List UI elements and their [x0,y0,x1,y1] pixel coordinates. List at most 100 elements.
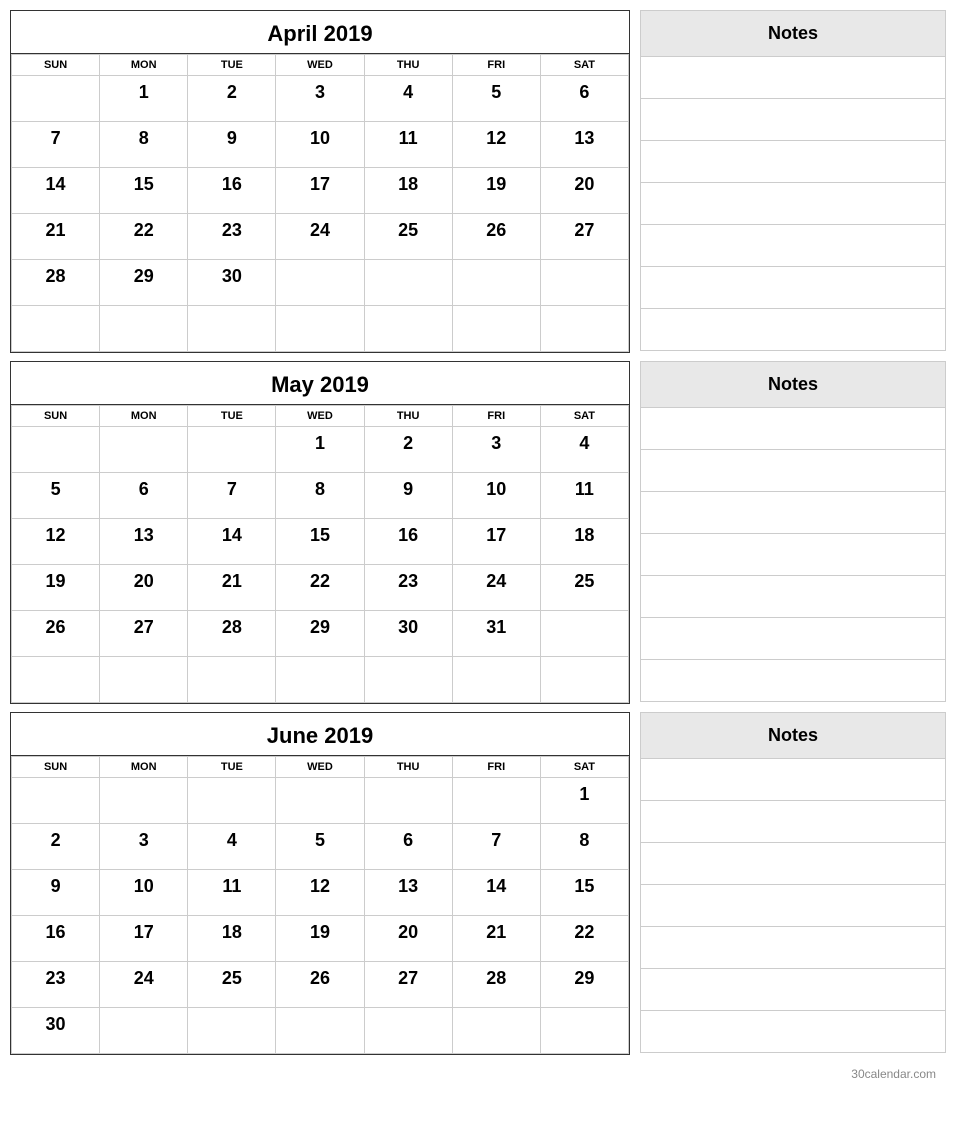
calendar-day [540,306,628,352]
day-header: WED [276,406,364,427]
calendar-day [364,1008,452,1054]
calendar-day [188,306,276,352]
calendar-day: 4 [540,427,628,473]
calendar-day: 15 [100,168,188,214]
notes-line[interactable] [640,843,946,885]
day-header: SUN [12,406,100,427]
calendar-day [100,306,188,352]
calendar-day: 14 [12,168,100,214]
notes-line[interactable] [640,408,946,450]
notes-line[interactable] [640,969,946,1011]
calendar-day: 8 [100,122,188,168]
calendar-day [12,306,100,352]
day-header: TUE [188,406,276,427]
calendar-day [12,76,100,122]
calendar-day: 20 [364,916,452,962]
notes-line[interactable] [640,801,946,843]
notes-title-1: Notes [640,361,946,408]
calendar-day: 11 [540,473,628,519]
calendar-day: 4 [364,76,452,122]
calendar-day: 11 [364,122,452,168]
notes-line[interactable] [640,927,946,969]
notes-lines-1 [640,408,946,704]
calendar-day [188,778,276,824]
calendar-day: 7 [188,473,276,519]
notes-line[interactable] [640,1011,946,1053]
notes-line[interactable] [640,885,946,927]
notes-section-1: Notes [640,361,946,704]
calendar-day [276,306,364,352]
page: April 2019SUNMONTUEWEDTHUFRISAT123456789… [10,10,946,1063]
calendar-day: 9 [188,122,276,168]
calendar-day: 20 [100,565,188,611]
calendar-table-1: SUNMONTUEWEDTHUFRISAT1234567891011121314… [11,405,629,703]
footer: 30calendar.com [10,1063,946,1081]
day-header: SAT [540,55,628,76]
calendar-day: 7 [12,122,100,168]
calendar-day: 12 [12,519,100,565]
calendar-day [452,778,540,824]
calendar-day: 6 [100,473,188,519]
calendar-day: 16 [12,916,100,962]
calendar-day [188,657,276,703]
day-header: FRI [452,406,540,427]
calendar-day: 15 [540,870,628,916]
calendar-day: 29 [100,260,188,306]
notes-section-0: Notes [640,10,946,353]
notes-line[interactable] [640,309,946,351]
calendar-day: 29 [276,611,364,657]
calendar-day [364,306,452,352]
calendar-day: 10 [276,122,364,168]
calendar-day: 20 [540,168,628,214]
calendar-day: 18 [188,916,276,962]
notes-line[interactable] [640,141,946,183]
calendar-day [364,657,452,703]
calendar-day: 22 [540,916,628,962]
day-header: SAT [540,406,628,427]
notes-line[interactable] [640,225,946,267]
calendar-day: 16 [364,519,452,565]
calendar-day: 28 [188,611,276,657]
calendar-day: 21 [188,565,276,611]
calendar-0: April 2019SUNMONTUEWEDTHUFRISAT123456789… [10,10,630,353]
day-header: MON [100,757,188,778]
calendar-day: 9 [364,473,452,519]
calendar-day: 29 [540,962,628,1008]
month-row-0: April 2019SUNMONTUEWEDTHUFRISAT123456789… [10,10,946,353]
calendar-day [540,611,628,657]
notes-line[interactable] [640,576,946,618]
notes-line[interactable] [640,660,946,702]
day-header: FRI [452,757,540,778]
day-header: MON [100,406,188,427]
calendar-day: 6 [540,76,628,122]
calendar-day [276,657,364,703]
notes-line[interactable] [640,534,946,576]
calendar-day: 24 [276,214,364,260]
calendar-day: 21 [452,916,540,962]
calendar-day: 19 [12,565,100,611]
calendar-day: 6 [364,824,452,870]
calendar-day: 14 [188,519,276,565]
calendar-title-0: April 2019 [11,11,629,54]
calendar-day: 7 [452,824,540,870]
calendar-day [364,260,452,306]
notes-line[interactable] [640,492,946,534]
notes-line[interactable] [640,450,946,492]
calendar-day: 8 [540,824,628,870]
calendar-day [452,306,540,352]
calendar-day: 16 [188,168,276,214]
calendar-day: 25 [188,962,276,1008]
calendar-day [188,1008,276,1054]
calendar-day: 8 [276,473,364,519]
notes-line[interactable] [640,57,946,99]
notes-line[interactable] [640,267,946,309]
notes-line[interactable] [640,99,946,141]
calendar-day: 24 [452,565,540,611]
calendar-day [12,778,100,824]
calendar-day: 9 [12,870,100,916]
calendar-day: 28 [452,962,540,1008]
notes-line[interactable] [640,759,946,801]
notes-line[interactable] [640,618,946,660]
calendar-day [540,657,628,703]
notes-line[interactable] [640,183,946,225]
